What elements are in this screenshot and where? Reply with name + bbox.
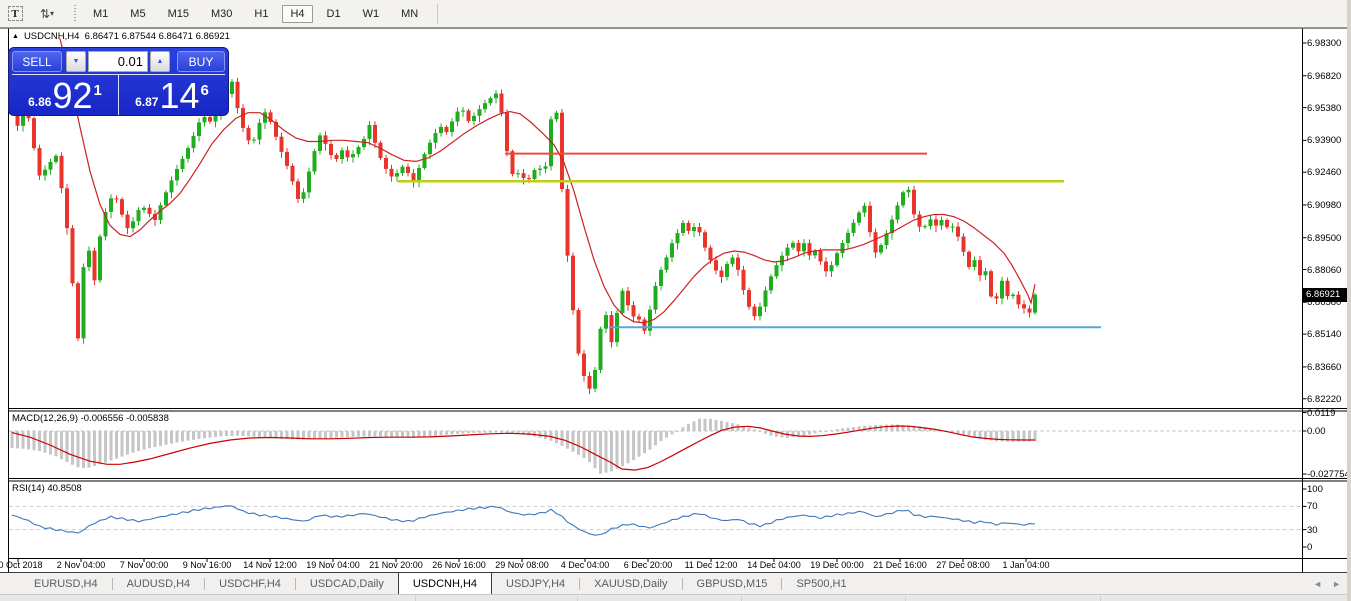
time-axis-label: 29 Nov 08:00 (495, 560, 549, 570)
price-axis-label: 6.96820 (1307, 71, 1341, 82)
time-axis-label: 19 Nov 04:00 (306, 560, 360, 570)
timeframe-button-M15[interactable]: M15 (160, 5, 197, 23)
price-axis-label: 6.88060 (1307, 265, 1341, 276)
swap-arrows-icon: ⇅ (40, 7, 48, 21)
sell-quote[interactable]: 6.86 92 1 (12, 75, 119, 115)
price-axis-label: 6.95380 (1307, 103, 1341, 114)
toolbar-separator (437, 4, 438, 24)
chart-title: ▲ USDCNH,H4 6.86471 6.87544 6.86471 6.869… (12, 31, 230, 42)
rsi-axis-label: 0 (1307, 542, 1312, 553)
text-tool-icon: T (8, 6, 23, 21)
buy-quote[interactable]: 6.87 14 6 (119, 75, 225, 115)
tab-sp500-h1[interactable]: SP500,H1 (782, 573, 860, 594)
macd-name: MACD(12,26,9) (12, 413, 78, 424)
macd-label: MACD(12,26,9) -0.006556 -0.005838 (12, 413, 169, 424)
time-axis-label: 19 Dec 00:00 (810, 560, 864, 570)
timeframe-button-H4[interactable]: H4 (282, 5, 312, 23)
time-axis-label: 4 Dec 04:00 (561, 560, 610, 570)
timeframe-button-MN[interactable]: MN (393, 5, 426, 23)
timeframe-button-D1[interactable]: D1 (319, 5, 349, 23)
price-axis-label: 6.90980 (1307, 200, 1341, 211)
price-axis-label: 6.93900 (1307, 135, 1341, 146)
sell-price-big: 92 (52, 79, 92, 113)
time-axis-label: 30 Oct 2018 (0, 560, 43, 570)
price-axis-label: 6.98300 (1307, 38, 1341, 49)
sell-button[interactable]: SELL (12, 51, 62, 72)
rsi-label: RSI(14) 40.8508 (12, 483, 82, 494)
time-axis-label: 26 Nov 16:00 (432, 560, 486, 570)
price-axis-label: 6.85140 (1307, 329, 1341, 340)
rsi-axis-label: 70 (1307, 501, 1318, 512)
chart-ohlc-values: 6.86471 6.87544 6.86471 6.86921 (85, 31, 230, 42)
macd-values: -0.006556 -0.005838 (81, 413, 169, 424)
volume-increase-button[interactable]: ▲ (150, 51, 170, 72)
tab-eurusd-h4[interactable]: EURUSD,H4 (20, 573, 112, 594)
volume-decrease-button[interactable]: ▼ (66, 51, 86, 72)
rsi-axis-label: 30 (1307, 525, 1318, 536)
tab-gbpusd-m15[interactable]: GBPUSD,M15 (683, 573, 782, 594)
tab-xauusd-daily[interactable]: XAUUSD,Daily (580, 573, 681, 594)
tab-usdcnh-h4[interactable]: USDCNH,H4 (398, 572, 492, 594)
tabs-scroll-left-icon[interactable]: ◄ (1313, 579, 1322, 589)
time-axis-label: 14 Nov 12:00 (243, 560, 297, 570)
price-axis-label: 6.82220 (1307, 394, 1341, 405)
timeframe-button-M30[interactable]: M30 (203, 5, 240, 23)
chart-window-icon[interactable]: T (4, 4, 26, 24)
time-axis-label: 2 Nov 04:00 (57, 560, 106, 570)
timeframe-button-W1[interactable]: W1 (355, 5, 388, 23)
rsi-value: 40.8508 (47, 483, 81, 494)
price-axis-label: 6.89500 (1307, 233, 1341, 244)
chart-symbol-period: USDCNH,H4 (24, 31, 79, 42)
volume-input[interactable]: 0.01 (88, 51, 148, 72)
toolbar-grip[interactable] (74, 5, 76, 23)
time-axis-label: 7 Nov 00:00 (120, 560, 169, 570)
tab-usdjpy-h4[interactable]: USDJPY,H4 (492, 573, 579, 594)
time-axis-label: 1 Jan 04:00 (1002, 560, 1049, 570)
rsi-name: RSI(14) (12, 483, 45, 494)
price-axis-label: 6.83660 (1307, 362, 1341, 373)
sell-price-pip: 1 (94, 82, 102, 99)
tile-windows-button[interactable]: ⇅ ▾ (30, 4, 64, 24)
timeframe-button-H1[interactable]: H1 (246, 5, 276, 23)
price-axis-label: 6.92460 (1307, 167, 1341, 178)
current-price-tag: 6.86921 (1303, 288, 1350, 302)
macd-axis-label: 0.00 (1307, 426, 1326, 437)
time-axis-label: 9 Nov 16:00 (183, 560, 232, 570)
macd-axis-label: 0.0119 (1307, 408, 1335, 419)
buy-price-small: 6.87 (135, 95, 158, 109)
time-axis-label: 21 Nov 20:00 (369, 560, 423, 570)
status-bar (0, 594, 1351, 601)
chart-tabs: EURUSD,H4AUDUSD,H4USDCHF,H4USDCAD,DailyU… (20, 573, 861, 594)
time-axis-label: 21 Dec 16:00 (873, 560, 927, 570)
tab-usdchf-h4[interactable]: USDCHF,H4 (205, 573, 295, 594)
sell-price-small: 6.86 (28, 95, 51, 109)
time-axis-label: 14 Dec 04:00 (747, 560, 801, 570)
chevron-down-icon: ▾ (50, 9, 54, 18)
timeframe-button-M5[interactable]: M5 (122, 5, 153, 23)
buy-price-pip: 6 (201, 82, 209, 99)
chart-tab-bar: EURUSD,H4AUDUSD,H4USDCHF,H4USDCAD,DailyU… (0, 572, 1351, 594)
window-edge (1347, 0, 1351, 601)
buy-price-big: 14 (159, 79, 199, 113)
time-axis-label: 11 Dec 12:00 (685, 560, 738, 570)
tabs-scroll-right-icon[interactable]: ► (1332, 579, 1341, 589)
rsi-axis-label: 100 (1307, 484, 1323, 495)
time-axis-label: 6 Dec 20:00 (624, 560, 673, 570)
tab-audusd-h4[interactable]: AUDUSD,H4 (113, 573, 205, 594)
macd-axis-label: -0.027754 (1307, 469, 1350, 480)
timeframe-group: M1 M5 M15 M30 H1 H4 D1 W1 MN (82, 5, 429, 23)
tab-usdcad-daily[interactable]: USDCAD,Daily (296, 573, 398, 594)
timeframe-button-M1[interactable]: M1 (85, 5, 116, 23)
toolbar: T ⇅ ▾ M1 M5 M15 M30 H1 H4 D1 W1 MN (0, 0, 1351, 28)
one-click-trading-panel: SELL ▼ 0.01 ▲ BUY 6.86 92 1 6.87 14 6 (8, 47, 229, 116)
buy-button[interactable]: BUY (177, 51, 225, 72)
collapse-arrow-icon: ▲ (12, 33, 19, 40)
time-axis-label: 27 Dec 08:00 (936, 560, 990, 570)
